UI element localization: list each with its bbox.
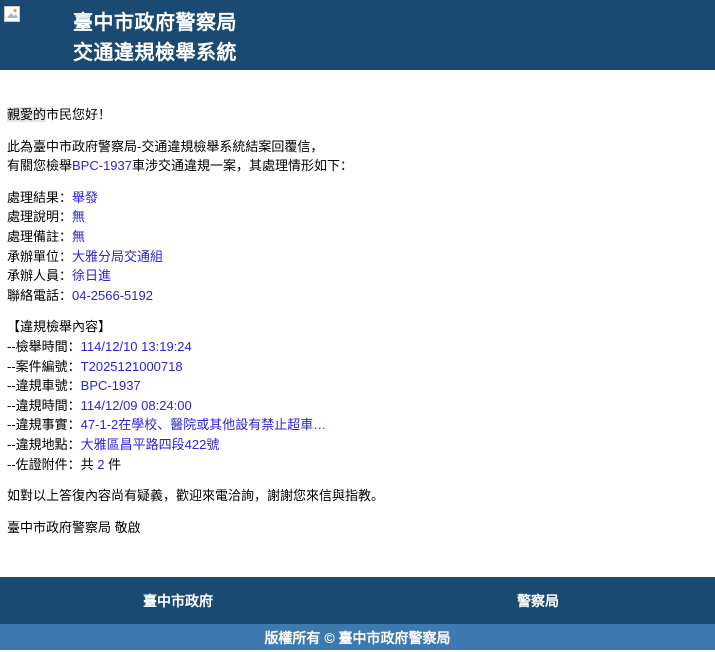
email-header: 臺中市政府警察局 交通違規檢舉系統 bbox=[0, 0, 715, 70]
violation-time-row: --違規時間：114/12/09 08:24:00 bbox=[7, 396, 707, 416]
greeting-text: 市民您好！ bbox=[46, 107, 112, 122]
report-time-row: --檢舉時間：114/12/10 13:19:24 bbox=[7, 337, 707, 357]
officer-row: 承辦人員：徐日進 bbox=[7, 266, 707, 286]
violation-location-value: 大雅區昌平路四段422號 bbox=[80, 436, 220, 452]
footer-nav: 臺中市政府 警察局 bbox=[0, 577, 715, 624]
intro-line-1: 此為臺中市政府警察局-交通違規檢舉系統結案回覆信， bbox=[7, 138, 324, 154]
report-heading: 【違規檢舉內容】 bbox=[7, 319, 112, 335]
officer-label: 承辦人員： bbox=[7, 268, 73, 284]
attachments-count: 2 bbox=[97, 456, 105, 472]
remark-value: 無 bbox=[72, 228, 86, 244]
header-org-title: 臺中市政府警察局 bbox=[73, 12, 237, 34]
report-time-value: 114/12/10 13:19:24 bbox=[80, 338, 192, 354]
footer-link-police-bureau[interactable]: 警察局 bbox=[517, 591, 559, 611]
result-value: 舉發 bbox=[72, 189, 99, 205]
greeting-highlight: 親愛的 bbox=[7, 107, 47, 122]
attachments-row: --佐證附件：共 2 件 bbox=[7, 455, 707, 475]
plate-value: BPC-1937 bbox=[80, 378, 141, 394]
phone-label: 聯絡電話： bbox=[7, 287, 73, 303]
description-value: 無 bbox=[72, 209, 86, 225]
officer-value: 徐日進 bbox=[72, 268, 112, 284]
description-row: 處理說明：無 bbox=[7, 207, 707, 227]
case-number-value: T2025121000718 bbox=[80, 358, 183, 374]
attachments-label: --佐證附件： bbox=[7, 456, 81, 472]
footer-copyright: 版權所有 © 臺中市政府警察局 bbox=[0, 624, 715, 650]
report-time-label: --檢舉時間： bbox=[7, 338, 81, 354]
phone-value: 04-2566-5192 bbox=[72, 287, 153, 303]
plate-row: --違規車號：BPC-1937 bbox=[7, 376, 707, 396]
intro-plate: BPC-1937 bbox=[72, 158, 132, 174]
broken-image-icon bbox=[4, 6, 20, 22]
unit-row: 承辦單位：大雅分局交通組 bbox=[7, 247, 707, 267]
intro-suffix: 車涉交通違規一案，其處理情形如下： bbox=[132, 158, 354, 174]
plate-label: --違規車號： bbox=[7, 378, 81, 394]
remark-row: 處理備註：無 bbox=[7, 227, 707, 247]
violation-time-label: --違規時間： bbox=[7, 397, 81, 413]
violation-fact-row: --違規事實：47-1-2在學校、醫院或其他設有禁止超車… bbox=[7, 415, 707, 435]
violation-fact-value: 47-1-2在學校、醫院或其他設有禁止超車… bbox=[80, 417, 327, 433]
result-row: 處理結果：舉發 bbox=[7, 188, 707, 208]
attachments-prefix: 共 bbox=[80, 456, 98, 472]
violation-time-value: 114/12/09 08:24:00 bbox=[80, 397, 192, 413]
unit-label: 承辦單位： bbox=[7, 248, 73, 264]
attachments-suffix: 件 bbox=[104, 456, 122, 472]
case-number-row: --案件編號：T2025121000718 bbox=[7, 357, 707, 377]
intro-prefix: 有關您檢舉 bbox=[7, 158, 73, 174]
phone-row: 聯絡電話：04-2566-5192 bbox=[7, 286, 707, 306]
remark-label: 處理備註： bbox=[7, 228, 73, 244]
description-label: 處理說明： bbox=[7, 209, 73, 225]
violation-location-label: --違規地點： bbox=[7, 436, 81, 452]
email-body: 親愛的市民您好！ 此為臺中市政府警察局-交通違規檢舉系統結案回覆信， 有關您檢舉… bbox=[7, 105, 707, 537]
result-label: 處理結果： bbox=[7, 189, 73, 205]
unit-value: 大雅分局交通組 bbox=[72, 248, 164, 264]
header-system-title: 交通違規檢舉系統 bbox=[73, 42, 237, 64]
intro-line-2: 有關您檢舉BPC-1937車涉交通違規一案，其處理情形如下： bbox=[7, 156, 707, 176]
closing-text: 如對以上答復內容尚有疑義，歡迎來電洽詢，謝謝您來信與指教。 bbox=[7, 488, 385, 504]
signature: 臺中市政府警察局 敬啟 bbox=[7, 519, 141, 535]
footer-link-city-government[interactable]: 臺中市政府 bbox=[143, 591, 213, 611]
violation-location-row: --違規地點：大雅區昌平路四段422號 bbox=[7, 435, 707, 455]
greeting: 親愛的市民您好！ bbox=[7, 105, 707, 125]
case-number-label: --案件編號： bbox=[7, 358, 81, 374]
violation-fact-label: --違規事實： bbox=[7, 417, 81, 433]
